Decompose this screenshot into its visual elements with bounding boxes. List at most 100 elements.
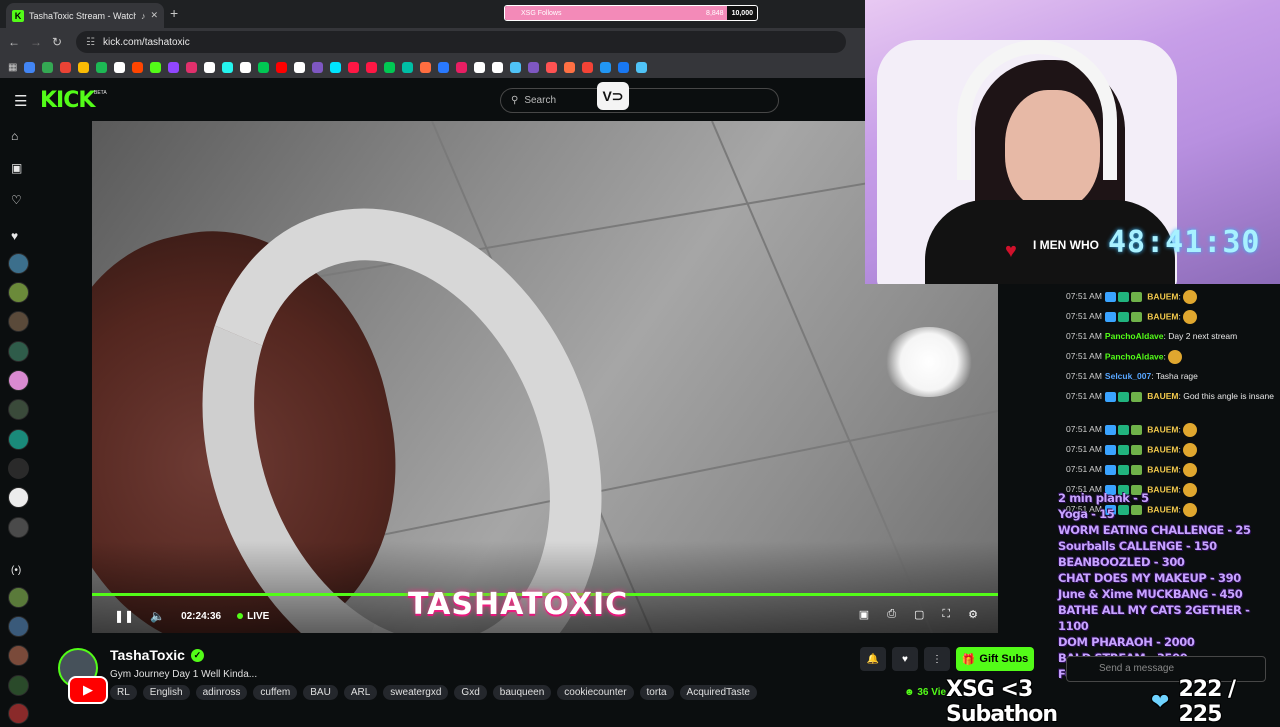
chat-username[interactable]: PanchoAldave	[1105, 331, 1164, 341]
bookmark-icon[interactable]	[294, 61, 306, 73]
more-options-icon[interactable]: ⋮	[924, 647, 950, 671]
stream-tag[interactable]: sweatergxd	[383, 685, 449, 700]
reload-icon[interactable]: ↻	[52, 35, 62, 49]
apps-grid-icon[interactable]: ▦	[8, 62, 17, 73]
stream-tag[interactable]: bauqueen	[492, 685, 552, 700]
recommended-channel-avatar[interactable]	[8, 675, 29, 696]
chat-username[interactable]: BAUEM	[1147, 311, 1178, 321]
followed-channel-avatar[interactable]	[8, 311, 29, 332]
url-input[interactable]: ☷ kick.com/tashatoxic	[76, 31, 847, 53]
chat-username[interactable]: BAUEM	[1147, 391, 1178, 401]
streamer-name[interactable]: TashaToxic	[110, 647, 185, 663]
fullscreen-icon[interactable]: ⛶	[942, 608, 950, 621]
gift-subs-button[interactable]: 🎁 Gift Subs	[956, 647, 1034, 671]
stream-tag[interactable]: RL	[110, 685, 137, 700]
hamburger-menu-icon[interactable]: ☰	[14, 92, 27, 110]
search-input[interactable]: ⚲ Search	[500, 88, 779, 113]
bookmark-icon[interactable]	[258, 61, 270, 73]
bookmark-icon[interactable]	[546, 61, 558, 73]
chat-username[interactable]: BAUEM	[1147, 464, 1178, 474]
tab-close-icon[interactable]: ✕	[150, 10, 158, 21]
following-heart-icon[interactable]: ♡	[11, 193, 22, 207]
followed-channel-avatar[interactable]	[8, 341, 29, 362]
stream-tag[interactable]: adinross	[195, 685, 248, 700]
stream-tag[interactable]: cookiecounter	[557, 685, 634, 700]
followed-channel-avatar[interactable]	[8, 517, 29, 538]
stream-tag[interactable]: AcquiredTaste	[679, 685, 757, 700]
bookmark-icon[interactable]	[420, 61, 432, 73]
stream-tag[interactable]: ARL	[343, 685, 378, 700]
stream-tag[interactable]: cuffem	[253, 685, 298, 700]
bookmark-icon[interactable]	[150, 61, 162, 73]
bookmark-icon[interactable]	[528, 61, 540, 73]
forward-icon[interactable]: →	[30, 35, 42, 49]
follow-heart-icon[interactable]: ♥	[892, 647, 918, 671]
bookmark-icon[interactable]	[456, 61, 468, 73]
bookmark-icon[interactable]	[384, 61, 396, 73]
recommended-channel-avatar[interactable]	[8, 645, 29, 666]
bookmark-icon[interactable]	[474, 61, 486, 73]
bookmark-icon[interactable]	[186, 61, 198, 73]
theater-mode-icon[interactable]: ▢	[914, 608, 924, 621]
bookmark-icon[interactable]	[600, 61, 612, 73]
bookmark-icon[interactable]	[492, 61, 504, 73]
bookmark-icon[interactable]	[24, 61, 36, 73]
notification-bell-icon[interactable]: 🔔	[860, 647, 886, 671]
stream-tag[interactable]: torta	[639, 685, 674, 700]
bookmark-icon[interactable]	[366, 61, 378, 73]
tab-audio-icon[interactable]: ♪	[141, 11, 146, 21]
followed-channel-avatar[interactable]	[8, 487, 29, 508]
followed-channel-avatar[interactable]	[8, 458, 29, 479]
browser-tab[interactable]: K TashaToxic Stream - Watch ♪ ✕	[6, 3, 164, 28]
followed-channel-avatar[interactable]	[8, 282, 29, 303]
recommended-channel-avatar[interactable]	[8, 616, 29, 637]
bookmark-icon[interactable]	[240, 61, 252, 73]
followed-channel-avatar[interactable]	[8, 399, 29, 420]
bookmark-icon[interactable]	[96, 61, 108, 73]
bookmark-icon[interactable]	[312, 61, 324, 73]
bookmark-icon[interactable]	[582, 61, 594, 73]
pause-icon[interactable]: ❚❚	[114, 609, 134, 623]
bookmark-icon[interactable]	[222, 61, 234, 73]
bookmark-icon[interactable]	[114, 61, 126, 73]
new-tab-button[interactable]: +	[170, 5, 178, 21]
settings-gear-icon[interactable]: ⚙	[968, 608, 978, 621]
stream-tag[interactable]: BAU	[303, 685, 338, 700]
stream-tag[interactable]: English	[142, 685, 190, 700]
kick-logo[interactable]: KICK	[40, 88, 95, 113]
bookmark-icon[interactable]	[438, 61, 450, 73]
bookmark-icon[interactable]	[618, 61, 630, 73]
video-player[interactable]: TASHATOXIC ❚❚ 🔈 02:24:36 LIVE ▣ ⎙ ▢ ⛶ ⚙	[92, 121, 998, 633]
bookmark-icon[interactable]	[276, 61, 288, 73]
chat-username[interactable]: PanchoAldave	[1105, 351, 1164, 361]
bookmark-icon[interactable]	[132, 61, 144, 73]
site-info-icon[interactable]: ☷	[86, 37, 95, 48]
bookmark-icon[interactable]	[204, 61, 216, 73]
recommended-channel-avatar[interactable]	[8, 587, 29, 608]
stream-tag[interactable]: Gxd	[454, 685, 487, 700]
bookmark-icon[interactable]	[42, 61, 54, 73]
chat-username[interactable]: BAUEM	[1147, 444, 1178, 454]
bookmark-icon[interactable]	[168, 61, 180, 73]
bookmark-icon[interactable]	[564, 61, 576, 73]
volume-icon[interactable]: 🔈	[150, 609, 165, 623]
bookmark-icon[interactable]	[510, 61, 522, 73]
clip-icon[interactable]: ⎙	[887, 608, 896, 621]
bookmark-icon[interactable]	[402, 61, 414, 73]
back-icon[interactable]: ←	[8, 35, 20, 49]
chat-username[interactable]: BAUEM	[1147, 424, 1178, 434]
followed-channel-avatar[interactable]	[8, 370, 29, 391]
home-icon[interactable]: ⌂	[11, 129, 18, 143]
recommended-channel-avatar[interactable]	[8, 703, 29, 724]
miniplayer-icon[interactable]: ▣	[859, 608, 869, 621]
bookmark-icon[interactable]	[60, 61, 72, 73]
bookmark-icon[interactable]	[636, 61, 648, 73]
chat-username[interactable]: Selcuk_007	[1105, 371, 1151, 381]
chat-username[interactable]: BAUEM	[1147, 291, 1178, 301]
browse-icon[interactable]: ▣	[11, 161, 22, 175]
followed-channel-avatar[interactable]	[8, 253, 29, 274]
bookmark-icon[interactable]	[78, 61, 90, 73]
followed-channel-avatar[interactable]	[8, 429, 29, 450]
bookmark-icon[interactable]	[348, 61, 360, 73]
bookmark-icon[interactable]	[330, 61, 342, 73]
